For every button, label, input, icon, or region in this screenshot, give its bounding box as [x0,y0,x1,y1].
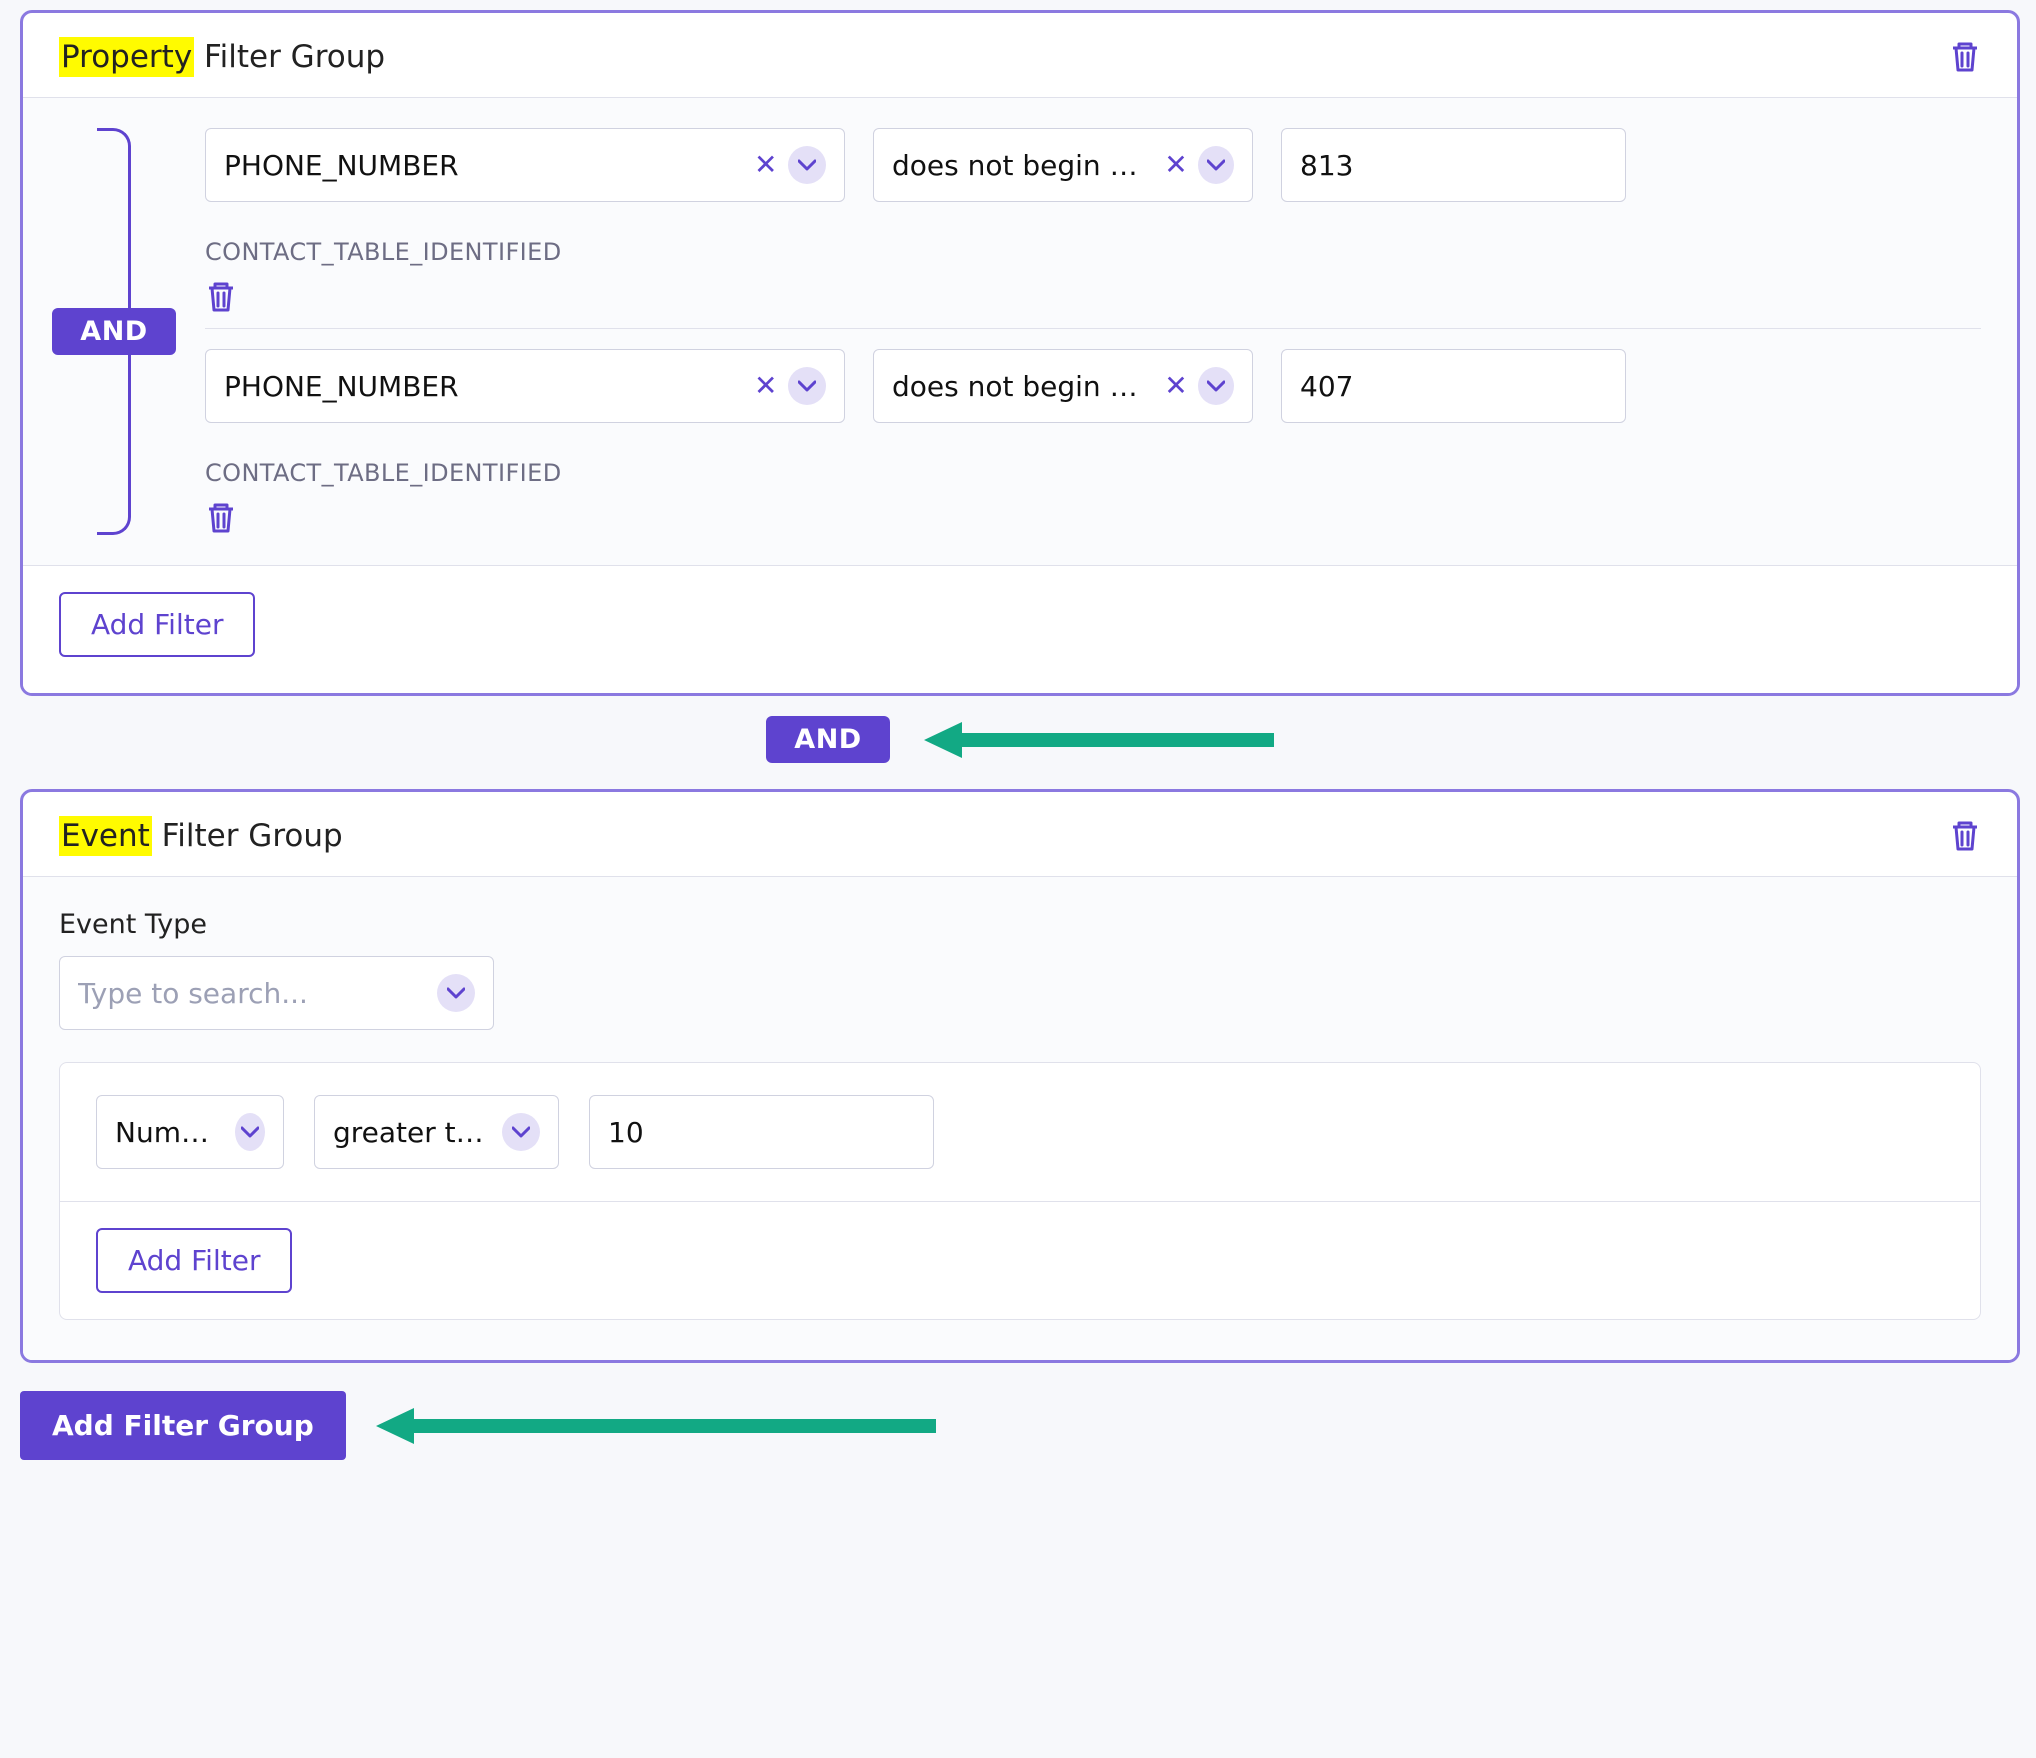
value-input[interactable]: 10 [589,1095,934,1169]
value-text: 10 [608,1116,644,1149]
inner-connector-rail: AND [59,128,169,535]
chevron-down-icon [1207,156,1225,174]
group-body: Event Type Type to search... Number c [23,877,2017,1360]
event-type-placeholder: Type to search... [78,977,425,1010]
event-type-label: Event Type [59,909,1981,940]
field-select[interactable]: PHONE_NUMBER ✕ [205,349,845,423]
dropdown-toggle[interactable] [235,1113,265,1151]
add-filter-group-row: Add Filter Group [20,1391,2020,1460]
event-filter-group: Event Filter Group Event Type Type to se… [20,789,2020,1363]
group-title-rest: Filter Group [152,818,343,854]
dropdown-toggle[interactable] [788,367,826,405]
dropdown-toggle[interactable] [1198,367,1234,405]
dropdown-toggle[interactable] [1198,146,1234,184]
chevron-down-icon [798,156,816,174]
group-title-highlight: Property [59,37,194,77]
comparator-value: greater tha [333,1116,490,1149]
clear-button[interactable]: ✕ [1164,372,1186,400]
operator-value: does not begin with [892,149,1152,182]
filter-source-label: CONTACT_TABLE_IDENTIFIED [205,459,1981,487]
event-type-select[interactable]: Type to search... [59,956,494,1030]
annotation-arrow [924,720,1274,760]
operator-select[interactable]: does not begin with ✕ [873,349,1253,423]
dropdown-toggle[interactable] [502,1113,540,1151]
add-filter-group-button[interactable]: Add Filter Group [20,1391,346,1460]
value-text: 813 [1300,149,1353,182]
filter-row: PHONE_NUMBER ✕ does not begin with ✕ [205,128,1981,314]
metric-value: Number c [115,1116,223,1149]
group-title: Property Filter Group [59,39,385,75]
value-input[interactable]: 813 [1281,128,1626,202]
clear-button[interactable]: ✕ [754,151,776,179]
field-value: PHONE_NUMBER [224,149,742,182]
comparator-select[interactable]: greater tha [314,1095,559,1169]
clear-button[interactable]: ✕ [1164,151,1186,179]
trash-icon [1949,40,1981,74]
inner-and-badge: AND [52,308,175,355]
field-select[interactable]: PHONE_NUMBER ✕ [205,128,845,202]
annotation-arrow [376,1406,936,1446]
add-filter-button[interactable]: Add Filter [59,592,255,657]
chevron-down-icon [241,1123,259,1141]
delete-group-button[interactable] [1949,819,1981,853]
event-condition-card: Number c greater tha 10 [59,1062,1981,1320]
chevron-down-icon [512,1123,530,1141]
dropdown-toggle[interactable] [788,146,826,184]
group-footer: Add Filter [23,565,2017,693]
group-title: Event Filter Group [59,818,343,854]
between-group-connector: AND [20,716,2020,763]
delete-filter-button[interactable] [205,501,1981,535]
value-text: 407 [1300,370,1353,403]
value-input[interactable]: 407 [1281,349,1626,423]
group-header: Event Filter Group [23,792,2017,877]
group-header: Property Filter Group [23,13,2017,98]
delete-group-button[interactable] [1949,40,1981,74]
trash-icon [205,280,237,314]
delete-filter-button[interactable] [205,280,1981,314]
filter-row: PHONE_NUMBER ✕ does not begin with ✕ [205,349,1981,535]
field-value: PHONE_NUMBER [224,370,742,403]
trash-icon [1949,819,1981,853]
filter-divider [205,328,1981,329]
trash-icon [205,501,237,535]
property-filter-group: Property Filter Group AND [20,10,2020,696]
group-body: AND PHONE_NUMBER ✕ [23,98,2017,565]
group-title-rest: Filter Group [194,39,385,75]
group-and-badge[interactable]: AND [766,716,889,763]
add-filter-button[interactable]: Add Filter [96,1228,292,1293]
metric-select[interactable]: Number c [96,1095,284,1169]
filter-source-label: CONTACT_TABLE_IDENTIFIED [205,238,1981,266]
bracket-icon [97,355,131,535]
operator-select[interactable]: does not begin with ✕ [873,128,1253,202]
dropdown-toggle[interactable] [437,974,475,1012]
chevron-down-icon [1207,377,1225,395]
operator-value: does not begin with [892,370,1152,403]
bracket-icon [97,128,131,308]
clear-button[interactable]: ✕ [754,372,776,400]
group-title-highlight: Event [59,816,152,856]
chevron-down-icon [447,984,465,1002]
chevron-down-icon [798,377,816,395]
